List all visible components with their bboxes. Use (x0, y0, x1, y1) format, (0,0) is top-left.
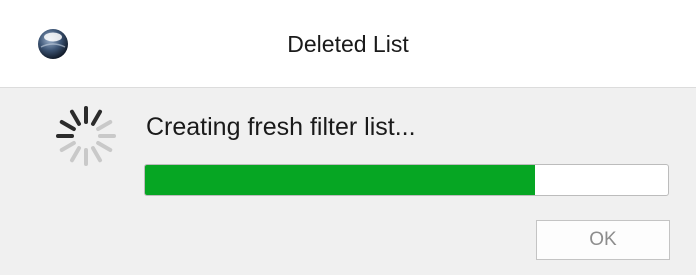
spinner-spoke (96, 120, 113, 131)
spinner-spoke (91, 146, 102, 163)
spinner-spoke (59, 141, 76, 152)
dialog-window: Deleted List Creating fresh filter list.… (0, 0, 696, 275)
spinner-spoke (96, 141, 113, 152)
progress-bar (144, 164, 669, 196)
spinner-spoke (59, 120, 76, 131)
progress-fill (145, 165, 535, 195)
window-title: Deleted List (287, 31, 409, 57)
title-bar[interactable]: Deleted List (0, 0, 696, 88)
spinner-spoke (70, 109, 81, 126)
spinner-spoke (70, 146, 81, 163)
status-text: Creating fresh filter list... (146, 113, 416, 141)
spinner-spoke (91, 109, 102, 126)
ok-button[interactable]: OK (536, 220, 670, 260)
loading-spinner-icon (56, 106, 116, 166)
